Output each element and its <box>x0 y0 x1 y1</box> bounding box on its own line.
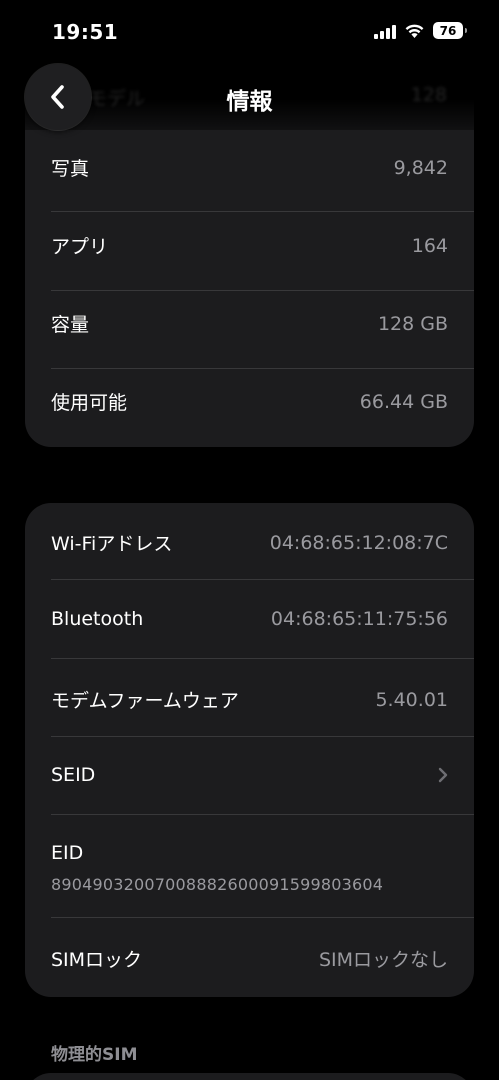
row-value: 128 GB <box>377 312 448 335</box>
row-value: SIMロックなし <box>318 949 448 971</box>
chevron-right-icon <box>438 767 448 783</box>
row-label: 写真 <box>51 158 90 180</box>
list-item-apps: アプリ 164 <box>51 232 448 259</box>
list-item-available: 使用可能 66.44 GB <box>51 388 448 415</box>
row-label: Wi-Fiアドレス <box>51 533 173 555</box>
row-label: 容量 <box>51 314 90 336</box>
separator <box>51 579 474 580</box>
row-label: SEID <box>51 764 96 786</box>
row-label: アプリ <box>51 236 109 258</box>
separator <box>51 290 474 291</box>
status-bar: 19:51 76 <box>0 0 499 62</box>
row-value: 66.44 GB <box>359 390 448 413</box>
navigation-bar: モデル 128 情報 <box>0 62 499 130</box>
row-label: SIMロック <box>51 949 143 971</box>
list-item-wifi-address: Wi-Fiアドレス 04:68:65:12:08:7C <box>51 529 448 556</box>
status-icons: 76 <box>374 22 467 39</box>
list-item-capacity: 容量 128 GB <box>51 310 448 337</box>
separator <box>51 211 474 212</box>
battery-icon: 76 <box>433 22 467 39</box>
status-time: 19:51 <box>52 20 119 44</box>
row-label: 使用可能 <box>51 392 128 414</box>
row-value: 5.40.01 <box>375 688 448 711</box>
page-title: 情報 <box>226 89 273 115</box>
signal-icon <box>374 23 396 39</box>
row-value: 9,842 <box>393 156 448 179</box>
list-item-photos: 写真 9,842 <box>51 154 448 181</box>
row-value: 04:68:65:12:08:7C <box>269 531 448 554</box>
row-value: 04:68:65:11:75:56 <box>270 608 448 630</box>
separator <box>51 736 474 737</box>
eid-value: 89049032007008882600091599803604 <box>51 875 384 894</box>
eid-label: EID <box>51 842 84 864</box>
separator <box>51 917 474 918</box>
wifi-icon <box>405 24 424 38</box>
list-item-bluetooth: Bluetooth 04:68:65:11:75:56 <box>51 608 448 630</box>
list-item-modem-firmware: モデムファームウェア 5.40.01 <box>51 686 448 713</box>
separator <box>51 814 474 815</box>
physical-sim-card <box>25 1073 474 1080</box>
separator <box>51 368 474 369</box>
separator <box>51 658 474 659</box>
list-item-sim-lock: SIMロック SIMロックなし <box>51 945 448 972</box>
row-label: モデムファームウェア <box>51 690 239 712</box>
row-value: 164 <box>411 234 448 257</box>
about-screen: 19:51 76 写真 9,842 アプリ 164 容量 128 GB 使用可能… <box>0 0 499 1080</box>
section-header-physical-sim: 物理的SIM <box>51 1045 138 1065</box>
list-item-seid[interactable]: SEID <box>51 764 448 786</box>
network-card: Wi-Fiアドレス 04:68:65:12:08:7C Bluetooth 04… <box>25 503 474 997</box>
row-label: Bluetooth <box>51 608 144 630</box>
